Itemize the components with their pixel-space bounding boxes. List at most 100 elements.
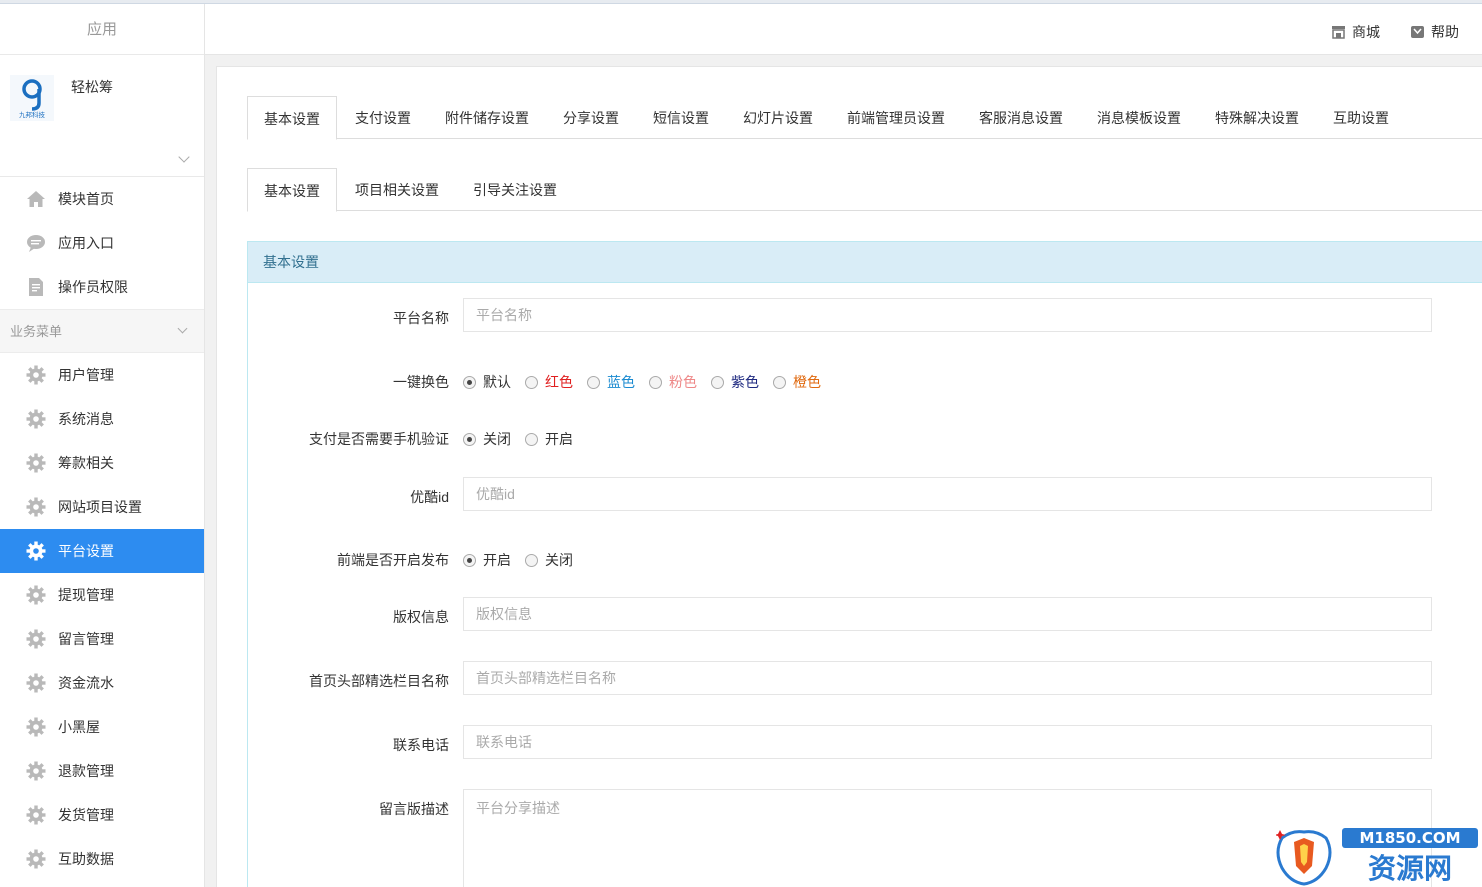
sidebar-item-label: 互助数据 bbox=[58, 851, 114, 867]
frontend-publish-radio-group: 开启 关闭 bbox=[463, 550, 587, 570]
main-tab-7[interactable]: 客服消息设置 bbox=[963, 96, 1079, 139]
radio-circle[interactable] bbox=[525, 375, 538, 389]
theme-option-2[interactable]: 蓝色 bbox=[587, 372, 635, 392]
field-label: 前端是否开启发布 bbox=[337, 552, 449, 568]
radio-circle[interactable] bbox=[649, 375, 662, 389]
sidebar-item-label: 发货管理 bbox=[58, 807, 114, 823]
gear-icon bbox=[26, 365, 46, 385]
contact-phone-input[interactable] bbox=[463, 725, 1432, 759]
radio-circle[interactable] bbox=[587, 375, 600, 389]
theme-option-4[interactable]: 紫色 bbox=[711, 372, 759, 392]
sidebar-group-business[interactable]: 业务菜单 bbox=[0, 309, 204, 353]
main-tab-4[interactable]: 短信设置 bbox=[637, 96, 725, 139]
sidebar-item-label: 小黑屋 bbox=[58, 719, 100, 735]
field-label: 优酷id bbox=[410, 489, 449, 505]
radio-circle[interactable] bbox=[463, 432, 476, 446]
field-label: 支付是否需要手机验证 bbox=[309, 431, 449, 447]
document-icon bbox=[29, 278, 43, 296]
help-icon bbox=[1411, 26, 1424, 38]
phone-verify-option-0[interactable]: 关闭 bbox=[463, 429, 511, 449]
field-label: 一键换色 bbox=[393, 374, 449, 390]
chevron-down-icon[interactable] bbox=[178, 151, 190, 163]
shop-link[interactable]: 商城 bbox=[1331, 22, 1380, 42]
sub-tab-1[interactable]: 项目相关设置 bbox=[339, 168, 455, 211]
radio-label: 紫色 bbox=[731, 374, 759, 390]
sidebar-item-module-home[interactable]: 模块首页 bbox=[0, 177, 204, 221]
radio-circle[interactable] bbox=[463, 375, 476, 389]
sidebar-item-5[interactable]: 提现管理 bbox=[0, 573, 204, 617]
home-column-input[interactable] bbox=[463, 661, 1432, 695]
main-tab-6[interactable]: 前端管理员设置 bbox=[831, 96, 961, 139]
sidebar-item-operator-permission[interactable]: 操作员权限 bbox=[0, 265, 204, 309]
copyright-input[interactable] bbox=[463, 597, 1432, 631]
sidebar-item-4[interactable]: 平台设置 bbox=[0, 529, 204, 573]
top-header: 商城 帮助 bbox=[205, 4, 1482, 55]
gear-icon bbox=[26, 453, 46, 473]
radio-label: 橙色 bbox=[793, 374, 821, 390]
sub-tab-2[interactable]: 引导关注设置 bbox=[457, 168, 573, 211]
radio-circle[interactable] bbox=[525, 553, 538, 567]
sidebar-item-label: 资金流水 bbox=[58, 675, 114, 691]
sidebar-item-6[interactable]: 留言管理 bbox=[0, 617, 204, 661]
theme-option-1[interactable]: 红色 bbox=[525, 372, 573, 392]
basic-settings-form: 基本设置 平台名称 一键换色 默认 红色 蓝色 粉色 紫色 橙色 支付是否需要手机验证 关… bbox=[247, 241, 1482, 887]
main-tab-3[interactable]: 分享设置 bbox=[547, 96, 635, 139]
sidebar-item-7[interactable]: 资金流水 bbox=[0, 661, 204, 705]
main-tab-2[interactable]: 附件储存设置 bbox=[429, 96, 545, 139]
app-name: 轻松筹 bbox=[71, 79, 113, 95]
sidebar-item-9[interactable]: 退款管理 bbox=[0, 749, 204, 793]
main-tab-10[interactable]: 互助设置 bbox=[1317, 96, 1405, 139]
main-tab-0[interactable]: 基本设置 bbox=[247, 96, 337, 140]
sidebar-item-10[interactable]: 发货管理 bbox=[0, 793, 204, 837]
phone-verify-option-1[interactable]: 开启 bbox=[525, 429, 573, 449]
theme-option-3[interactable]: 粉色 bbox=[649, 372, 697, 392]
watermark-name: 资源网 bbox=[1368, 852, 1452, 885]
radio-circle[interactable] bbox=[773, 375, 786, 389]
theme-radio-group: 默认 红色 蓝色 粉色 紫色 橙色 bbox=[463, 372, 835, 392]
field-label: 首页头部精选栏目名称 bbox=[309, 673, 449, 689]
theme-option-5[interactable]: 橙色 bbox=[773, 372, 821, 392]
chat-icon bbox=[27, 235, 45, 252]
radio-label: 开启 bbox=[545, 431, 573, 447]
watermark-logo: M1850.COM 资源网 bbox=[1276, 828, 1478, 886]
theme-option-0[interactable]: 默认 bbox=[463, 372, 511, 392]
sidebar-item-1[interactable]: 系统消息 bbox=[0, 397, 204, 441]
main-tab-8[interactable]: 消息模板设置 bbox=[1081, 96, 1197, 139]
main-tab-9[interactable]: 特殊解决设置 bbox=[1199, 96, 1315, 139]
platform-name-input[interactable] bbox=[463, 298, 1432, 332]
sidebar-item-label: 提现管理 bbox=[58, 587, 114, 603]
sidebar-item-label: 用户管理 bbox=[58, 367, 114, 383]
sidebar-item-0[interactable]: 用户管理 bbox=[0, 353, 204, 397]
sidebar-item-app-entry[interactable]: 应用入口 bbox=[0, 221, 204, 265]
youku-id-input[interactable] bbox=[463, 477, 1432, 511]
field-label: 平台名称 bbox=[393, 310, 449, 326]
radio-label: 粉色 bbox=[669, 374, 697, 390]
watermark-domain: M1850.COM bbox=[1359, 829, 1460, 847]
gear-icon bbox=[26, 585, 46, 605]
main-tab-5[interactable]: 幻灯片设置 bbox=[727, 96, 829, 139]
gear-icon bbox=[26, 541, 46, 561]
radio-circle[interactable] bbox=[711, 375, 724, 389]
home-icon bbox=[27, 191, 45, 207]
gear-icon bbox=[26, 717, 46, 737]
radio-circle[interactable] bbox=[463, 553, 476, 567]
main-tabs: 基本设置 支付设置 附件储存设置 分享设置 短信设置 幻灯片设置 前端管理员设置 客服消息设置… bbox=[247, 96, 1482, 140]
sidebar-group-label: 业务菜单 bbox=[10, 324, 63, 339]
sidebar-item-3[interactable]: 网站项目设置 bbox=[0, 485, 204, 529]
radio-label: 默认 bbox=[483, 374, 511, 390]
sidebar-item-11[interactable]: 互助数据 bbox=[0, 837, 204, 881]
sidebar-item-label: 操作员权限 bbox=[58, 279, 128, 295]
app-info: 九邦科技 轻松筹 bbox=[0, 55, 204, 177]
radio-circle[interactable] bbox=[525, 432, 538, 446]
logo-text: 九邦科技 bbox=[19, 110, 46, 119]
sidebar-item-8[interactable]: 小黑屋 bbox=[0, 705, 204, 749]
radio-label: 蓝色 bbox=[607, 374, 635, 390]
frontend-publish-option-1[interactable]: 关闭 bbox=[525, 550, 573, 570]
sub-tab-0[interactable]: 基本设置 bbox=[247, 168, 337, 212]
main-tab-1[interactable]: 支付设置 bbox=[339, 96, 427, 139]
sidebar-item-label: 网站项目设置 bbox=[58, 499, 142, 515]
gear-icon bbox=[26, 409, 46, 429]
help-link[interactable]: 帮助 bbox=[1410, 22, 1459, 42]
frontend-publish-option-0[interactable]: 开启 bbox=[463, 550, 511, 570]
sidebar-item-2[interactable]: 筹款相关 bbox=[0, 441, 204, 485]
